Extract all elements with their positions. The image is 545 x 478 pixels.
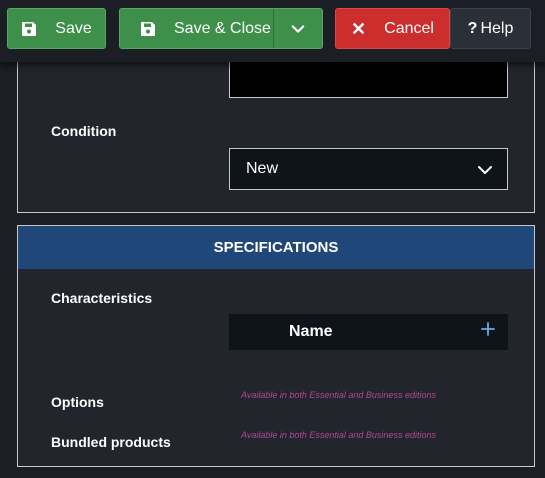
cancel-label: Cancel: [384, 19, 434, 37]
save-close-label: Save & Close: [174, 19, 271, 37]
toolbar: Save Save & Close ✕ Cancel ? Help: [0, 0, 545, 62]
floppy-disk-icon: [140, 21, 156, 37]
chevron-down-icon: [291, 24, 305, 33]
save-options-dropdown-toggle[interactable]: [273, 9, 322, 48]
bundled-products-edition-note: Available in both Essential and Business…: [241, 430, 436, 440]
save-close-button[interactable]: Save & Close: [120, 9, 273, 48]
details-panel: Condition New: [17, 40, 535, 213]
specifications-header: SPECIFICATIONS: [18, 226, 534, 269]
save-button[interactable]: Save: [7, 8, 106, 49]
plus-icon[interactable]: [480, 321, 496, 337]
characteristics-label: Characteristics: [51, 290, 153, 306]
close-icon: ✕: [351, 18, 367, 39]
options-edition-note: Available in both Essential and Business…: [241, 390, 436, 400]
name-column-header: Name: [289, 323, 333, 340]
help-button[interactable]: ? Help: [450, 8, 531, 49]
floppy-disk-icon: [21, 21, 37, 37]
specifications-panel: SPECIFICATIONS Characteristics Name Opti…: [17, 225, 535, 467]
help-label: Help: [480, 19, 514, 37]
bundled-products-label: Bundled products: [51, 434, 171, 450]
characteristics-table-header: Name: [229, 314, 508, 350]
chevron-down-icon: [478, 166, 492, 174]
condition-label: Condition: [51, 123, 117, 139]
condition-select[interactable]: New: [229, 148, 508, 190]
condition-selected-value: New: [246, 160, 279, 177]
description-textarea[interactable]: [229, 58, 508, 98]
cancel-button[interactable]: ✕ Cancel: [335, 8, 450, 49]
save-label: Save: [55, 19, 92, 37]
options-label: Options: [51, 394, 104, 410]
question-mark-icon: ?: [467, 19, 478, 37]
save-close-button-group: Save & Close: [119, 8, 323, 49]
